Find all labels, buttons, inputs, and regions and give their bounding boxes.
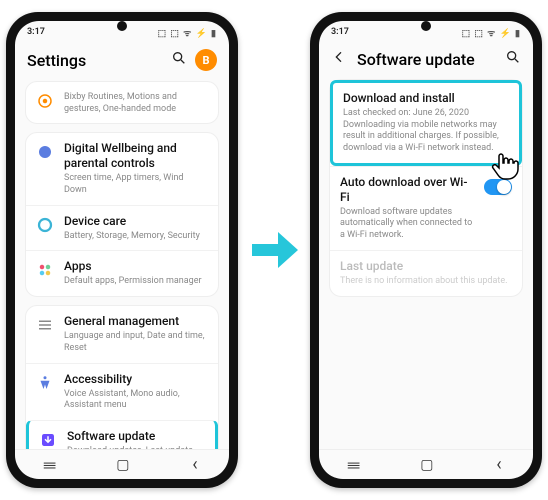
nav-recent[interactable]: |||: [346, 461, 362, 468]
back-icon[interactable]: [331, 49, 349, 69]
item-sub: Default apps, Permission manager: [64, 276, 208, 288]
settings-item-wellbeing[interactable]: Digital Wellbeing and parental controls …: [26, 133, 218, 204]
settings-item-advanced[interactable]: Bixby Routines, Motions and gestures, On…: [26, 82, 218, 123]
nav-bar: ||| ▢ ‹: [319, 449, 533, 479]
camera-notch: [117, 21, 127, 31]
status-indicators: ⬚ ⬚ ᯤ ⚡ ▮: [158, 26, 217, 39]
item-sub: Last checked on: June 26, 2020 Downloadi…: [343, 108, 509, 155]
item-title: Bixby Routines, Motions and gestures, On…: [64, 92, 208, 115]
update-item-auto-download[interactable]: Auto download over Wi-Fi Download softwa…: [330, 166, 522, 250]
profile-avatar[interactable]: B: [195, 49, 217, 71]
nav-home[interactable]: ▢: [116, 457, 129, 473]
settings-item-accessibility[interactable]: Accessibility Voice Assistant, Mono audi…: [26, 363, 218, 420]
settings-header: Settings B: [15, 43, 229, 81]
page-title: Settings: [27, 51, 163, 70]
item-title: Apps: [64, 259, 208, 274]
settings-item-devicecare[interactable]: Device care Battery, Storage, Memory, Se…: [26, 205, 218, 251]
item-sub: Download updates, Last update: [67, 446, 205, 449]
phone-left: 3:17 ⬚ ⬚ ᯤ ⚡ ▮ Settings B Bixby Routines…: [6, 12, 238, 488]
status-indicators: ⬚ ⬚ ᯤ ⚡ ▮: [462, 26, 521, 39]
general-icon: [36, 316, 54, 334]
item-sub: Voice Assistant, Mono audio, Assistant m…: [64, 389, 208, 412]
search-icon[interactable]: [171, 50, 187, 70]
transition-arrow-icon: [248, 224, 300, 276]
item-sub: There is no information about this updat…: [340, 276, 512, 288]
camera-notch: [421, 21, 431, 31]
search-icon[interactable]: [505, 49, 521, 69]
apps-icon: [36, 261, 54, 279]
wifi-toggle[interactable]: [484, 179, 512, 195]
settings-item-apps[interactable]: Apps Default apps, Permission manager: [26, 250, 218, 296]
wellbeing-icon: [36, 143, 54, 161]
advanced-icon: [36, 92, 54, 110]
item-sub: Screen time, App timers, Wind Down: [64, 173, 208, 196]
page-title: Software update: [357, 50, 497, 69]
accessibility-icon: [36, 374, 54, 392]
phone-right: 3:17 ⬚ ⬚ ᯤ ⚡ ▮ Software update Download …: [310, 12, 542, 488]
item-title: Digital Wellbeing and parental controls: [64, 141, 208, 171]
software-update-header: Software update: [319, 43, 533, 79]
item-sub: Language and input, Date and time, Reset: [64, 331, 208, 354]
item-title: General management: [64, 314, 208, 329]
item-title: Accessibility: [64, 372, 208, 387]
nav-back[interactable]: ‹: [192, 454, 197, 475]
item-title: Software update: [67, 429, 205, 444]
nav-back[interactable]: ‹: [496, 454, 501, 475]
item-title: Download and install: [343, 91, 509, 106]
item-title: Last update: [340, 259, 512, 274]
update-item-download[interactable]: Download and install Last checked on: Ju…: [330, 80, 522, 166]
nav-home[interactable]: ▢: [420, 457, 433, 473]
nav-bar: ||| ▢ ‹: [15, 449, 229, 479]
update-item-last-update: Last update There is no information abou…: [330, 250, 522, 296]
item-title: Device care: [64, 214, 208, 229]
item-sub: Battery, Storage, Memory, Security: [64, 231, 208, 243]
item-title: Auto download over Wi-Fi: [340, 175, 474, 205]
status-time: 3:17: [331, 27, 349, 37]
item-sub: Download software updates automatically …: [340, 207, 474, 242]
settings-item-software-update[interactable]: Software update Download updates, Last u…: [26, 420, 218, 449]
update-icon: [39, 431, 57, 449]
status-time: 3:17: [27, 27, 45, 37]
devicecare-icon: [36, 216, 54, 234]
settings-item-general[interactable]: General management Language and input, D…: [26, 306, 218, 362]
nav-recent[interactable]: |||: [42, 461, 58, 468]
